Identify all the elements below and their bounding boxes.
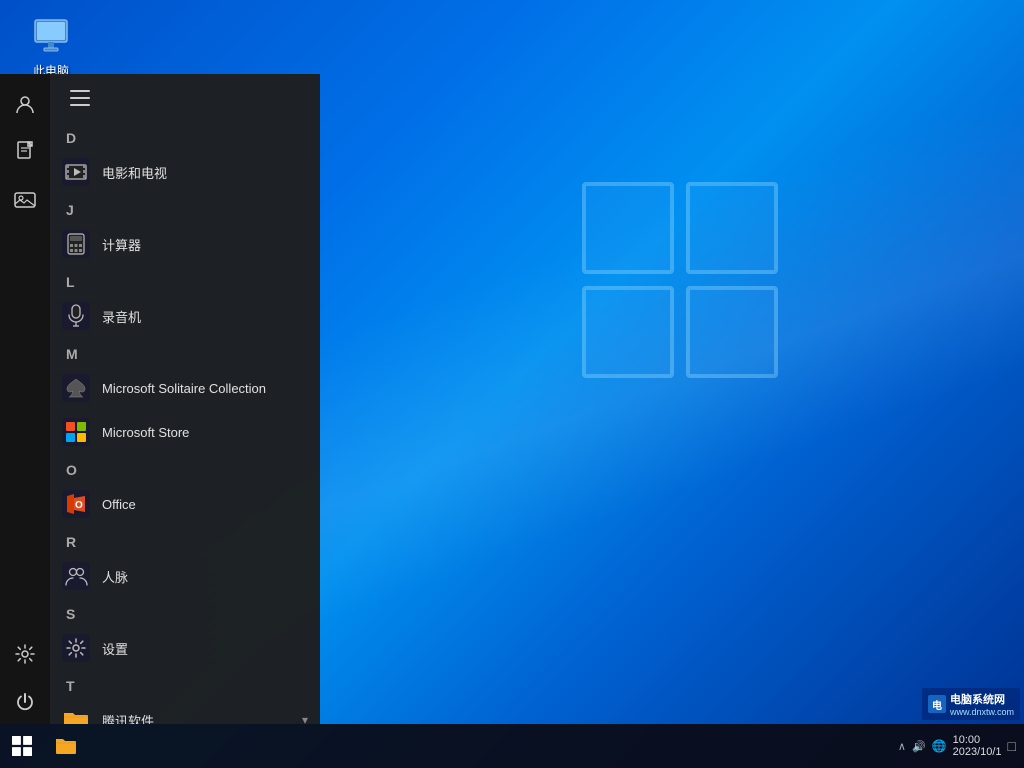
- sidebar-settings-button[interactable]: [0, 632, 50, 676]
- watermark-text: 电脑系统网 www.dnxtw.com: [950, 691, 1014, 717]
- office-label: Office: [102, 497, 136, 512]
- tray-notification[interactable]: □: [1008, 738, 1016, 754]
- tencent-folder-icon: [62, 706, 90, 724]
- office-icon: O: [62, 490, 90, 518]
- app-item-calculator[interactable]: 计算器: [50, 222, 320, 266]
- recorder-label: 录音机: [102, 307, 141, 326]
- desktop: 此电脑: [0, 0, 1024, 768]
- app-item-recorder[interactable]: 录音机: [50, 294, 320, 338]
- section-T: T: [50, 670, 320, 698]
- sidebar-user-button[interactable]: [0, 82, 50, 126]
- hamburger-line-2: [70, 97, 90, 99]
- start-menu: D: [0, 74, 320, 724]
- sidebar-photos-button[interactable]: [0, 178, 50, 222]
- watermark-logo: 电: [928, 695, 946, 713]
- movies-tv-label: 电影和电视: [102, 163, 167, 182]
- store-icon: [62, 418, 90, 446]
- tray-chevron[interactable]: ∧: [898, 740, 906, 753]
- tray-network: 🌐: [932, 739, 947, 753]
- app-item-store[interactable]: Microsoft Store: [50, 410, 320, 454]
- people-label: 人脉: [102, 567, 128, 586]
- app-item-movies-tv[interactable]: 电影和电视: [50, 150, 320, 194]
- taskbar: ∧ 🔊 🌐 10:002023/10/1 □: [0, 724, 1024, 768]
- taskbar-start-button[interactable]: [0, 724, 44, 768]
- store-label: Microsoft Store: [102, 425, 189, 440]
- hamburger-line-3: [70, 104, 90, 106]
- solitaire-icon: [62, 374, 90, 402]
- section-D: D: [50, 122, 320, 150]
- this-pc-icon: [30, 16, 72, 58]
- recorder-icon: [62, 302, 90, 330]
- watermark: 电 电脑系统网 www.dnxtw.com: [922, 688, 1020, 720]
- sidebar-power-button[interactable]: [0, 680, 50, 724]
- solitaire-label: Microsoft Solitaire Collection: [102, 381, 266, 396]
- tencent-label: 腾讯软件: [102, 711, 154, 725]
- section-S: S: [50, 598, 320, 626]
- tray-clock: 10:002023/10/1: [953, 734, 1002, 758]
- app-item-solitaire[interactable]: Microsoft Solitaire Collection: [50, 366, 320, 410]
- start-applist: D: [50, 74, 320, 724]
- start-sidebar: [0, 74, 50, 724]
- app-item-office[interactable]: O Office: [50, 482, 320, 526]
- desktop-icon-this-pc[interactable]: 此电脑: [16, 16, 86, 79]
- tray-icons: 🔊: [912, 740, 926, 753]
- taskbar-file-explorer-button[interactable]: [44, 724, 88, 768]
- section-L: L: [50, 266, 320, 294]
- hamburger-line-1: [70, 90, 90, 92]
- section-O: O: [50, 454, 320, 482]
- taskbar-tray: ∧ 🔊 🌐 10:002023/10/1 □: [898, 734, 1024, 758]
- svg-text:O: O: [75, 500, 83, 511]
- calculator-icon: [62, 230, 90, 258]
- tencent-expand-icon: ▾: [302, 713, 308, 724]
- app-item-people[interactable]: 人脉: [50, 554, 320, 598]
- section-J: J: [50, 194, 320, 222]
- hamburger-button[interactable]: [66, 82, 98, 114]
- sidebar-docs-button[interactable]: [0, 130, 50, 174]
- app-list: D: [50, 122, 320, 724]
- app-item-settings[interactable]: 设置: [50, 626, 320, 670]
- calculator-label: 计算器: [102, 235, 141, 254]
- windows-logo: [580, 180, 780, 380]
- settings-label: 设置: [102, 639, 128, 658]
- start-header: [50, 74, 320, 122]
- app-item-tencent[interactable]: 腾讯软件 ▾: [50, 698, 320, 724]
- section-M: M: [50, 338, 320, 366]
- settings-icon: [62, 634, 90, 662]
- movies-tv-icon: [62, 158, 90, 186]
- people-icon: [62, 562, 90, 590]
- section-R: R: [50, 526, 320, 554]
